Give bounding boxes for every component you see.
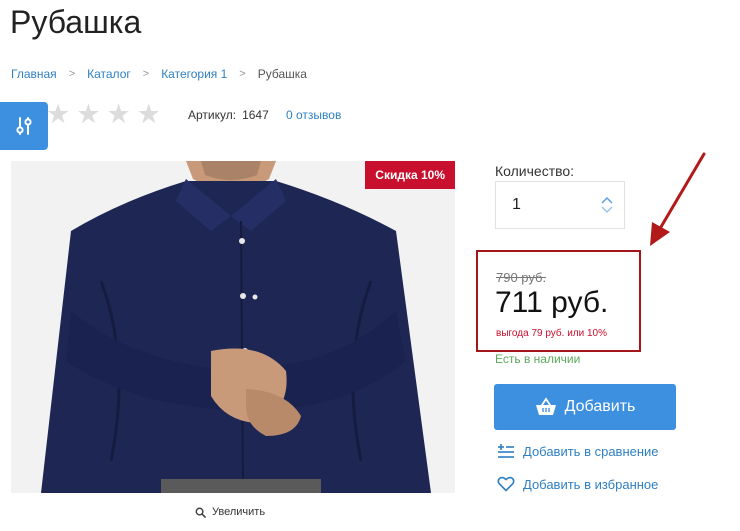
zoom-button[interactable]: Увеличить bbox=[195, 506, 265, 518]
star-icon[interactable]: ★ bbox=[76, 100, 100, 128]
quantity-input[interactable]: 1 bbox=[512, 196, 596, 214]
discount-badge: Скидка 10% bbox=[365, 161, 455, 189]
quantity-label: Количество: bbox=[495, 163, 575, 179]
current-price: 711 руб. bbox=[495, 286, 609, 319]
filter-panel-button[interactable] bbox=[0, 102, 48, 150]
add-to-cart-button[interactable]: Добавить bbox=[494, 384, 676, 430]
add-to-compare-link[interactable]: Добавить в сравнение bbox=[497, 443, 659, 459]
sku-value: 1647 bbox=[242, 108, 269, 122]
shirt-photo bbox=[11, 161, 455, 493]
breadcrumb-separator-icon: > bbox=[239, 68, 246, 80]
sku: Артикул: 1647 bbox=[188, 108, 269, 122]
breadcrumb-separator-icon: > bbox=[68, 68, 76, 80]
star-icon[interactable]: ★ bbox=[137, 100, 161, 128]
compare-list-icon bbox=[498, 444, 514, 458]
rating-stars[interactable]: ★ ★ ★ ★ bbox=[46, 100, 161, 128]
price-highlight: 790 руб. 711 руб. выгода 79 руб. или 10% bbox=[476, 250, 641, 352]
annotation-arrow-icon bbox=[650, 152, 706, 246]
breadcrumb-separator-icon: > bbox=[142, 68, 150, 80]
product-image[interactable]: Скидка 10% bbox=[11, 161, 455, 493]
search-icon bbox=[195, 507, 206, 518]
page-title: Рубашка bbox=[10, 4, 142, 40]
chevron-down-icon bbox=[601, 206, 613, 214]
decrement-button[interactable] bbox=[601, 206, 613, 214]
old-price: 790 руб. bbox=[496, 270, 547, 285]
quantity-stepper[interactable]: 1 bbox=[495, 181, 625, 229]
add-to-favorites-link[interactable]: Добавить в избранное bbox=[497, 476, 658, 492]
breadcrumb-home[interactable]: Главная bbox=[11, 67, 57, 81]
star-icon[interactable]: ★ bbox=[106, 100, 130, 128]
add-to-cart-label: Добавить bbox=[564, 398, 636, 415]
stock-status: Есть в наличии bbox=[495, 352, 581, 366]
breadcrumb-category[interactable]: Категория 1 bbox=[161, 67, 227, 81]
basket-icon bbox=[535, 397, 556, 415]
breadcrumb-current: Рубашка bbox=[257, 67, 307, 81]
reviews-link[interactable]: 0 отзывов bbox=[286, 108, 341, 122]
heart-icon bbox=[497, 476, 515, 492]
savings-text: выгода 79 руб. или 10% bbox=[496, 328, 607, 339]
add-to-favorites-label: Добавить в избранное bbox=[523, 476, 659, 492]
sku-label: Артикул: bbox=[188, 108, 237, 122]
sliders-icon bbox=[16, 117, 32, 135]
breadcrumb: Главная > Каталог > Категория 1 > Рубашк… bbox=[11, 67, 307, 81]
star-icon[interactable]: ★ bbox=[46, 100, 70, 128]
increment-button[interactable] bbox=[601, 196, 613, 204]
breadcrumb-catalog[interactable]: Каталог bbox=[87, 67, 131, 81]
add-to-compare-label: Добавить в сравнение bbox=[523, 443, 659, 459]
chevron-up-icon bbox=[601, 196, 613, 204]
quantity-arrows bbox=[596, 196, 618, 214]
zoom-label: Увеличить bbox=[212, 506, 266, 518]
